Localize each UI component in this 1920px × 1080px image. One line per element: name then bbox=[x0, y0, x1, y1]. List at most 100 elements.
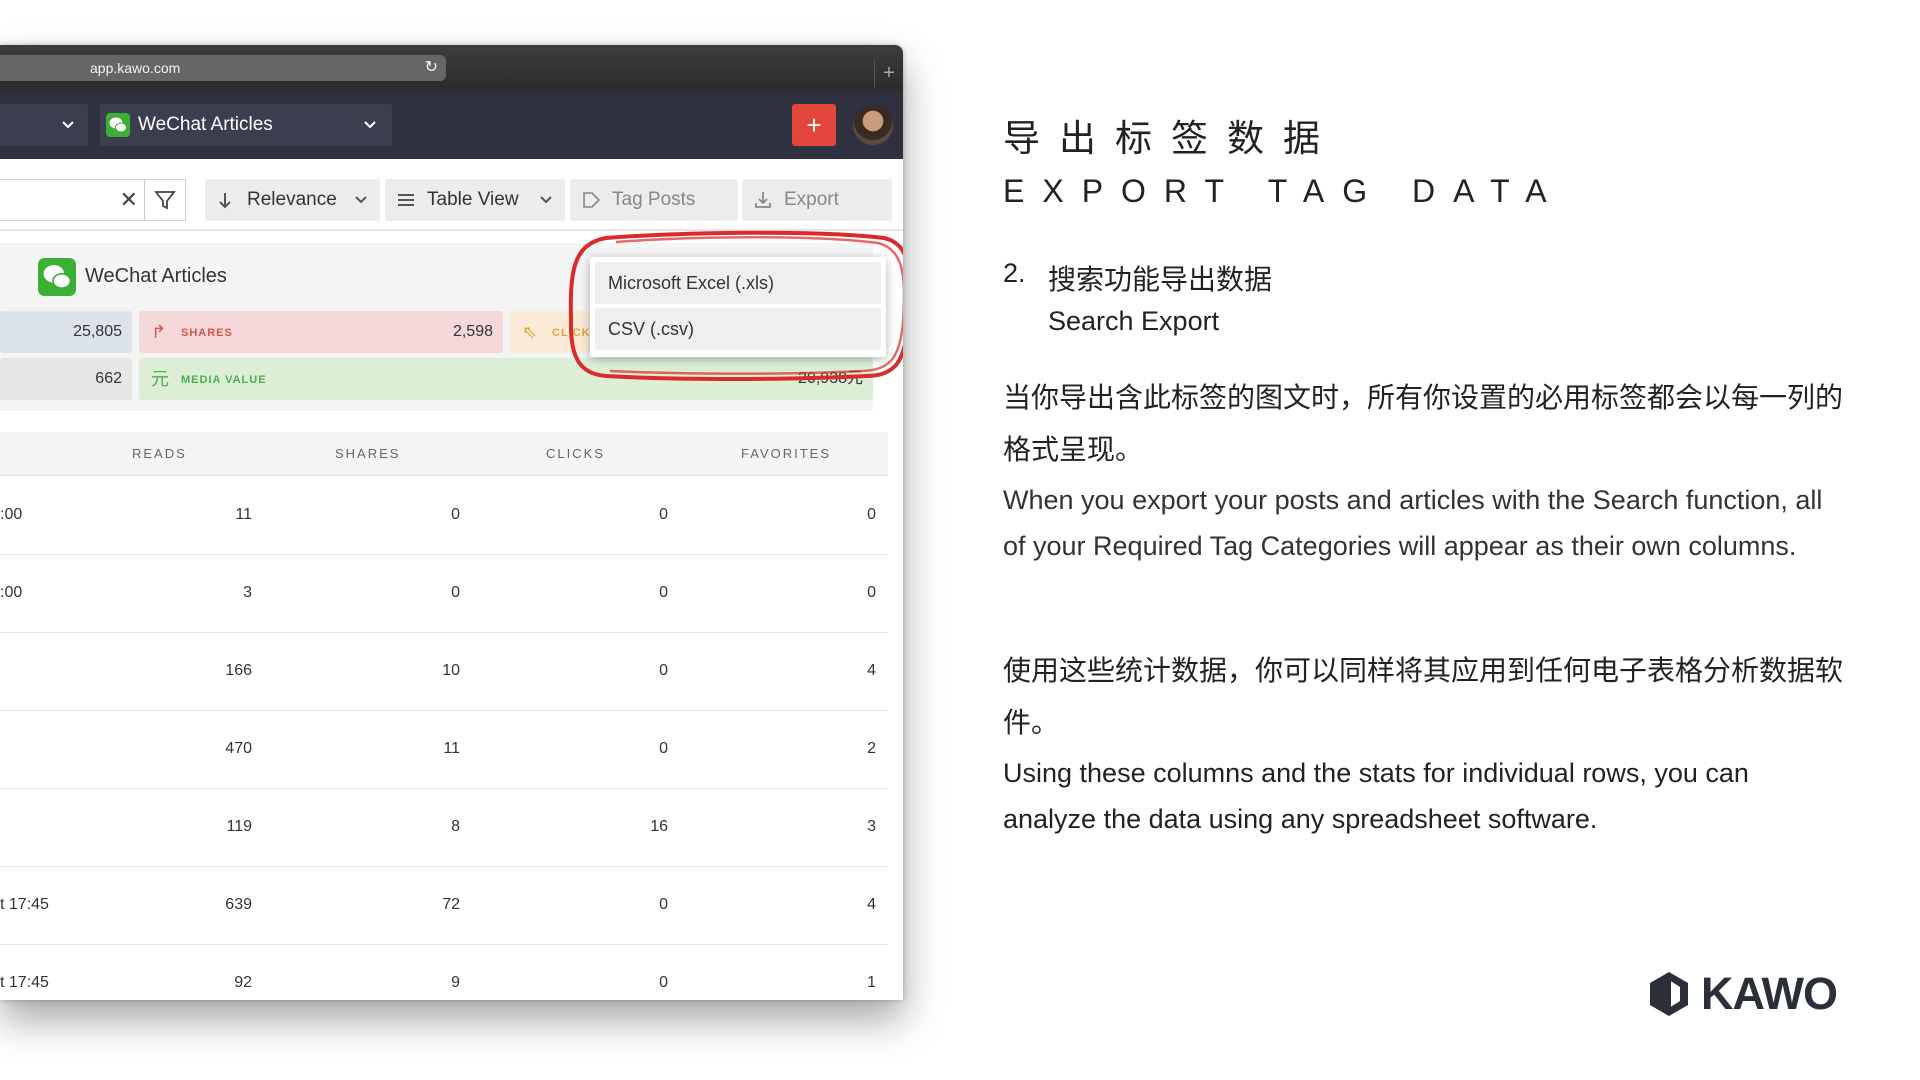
account-dropdown[interactable] bbox=[0, 104, 88, 146]
table-view-label: Table View bbox=[427, 189, 519, 210]
clear-icon[interactable]: ✕ bbox=[120, 187, 138, 213]
chevron-down-icon bbox=[354, 179, 368, 237]
cell-reads: 119 bbox=[226, 818, 252, 835]
stat-other-value: 662 bbox=[95, 370, 122, 387]
export-option-csv[interactable]: CSV (.csv) bbox=[595, 308, 881, 350]
table-row[interactable]: t 17:45 639 72 0 4 bbox=[0, 866, 888, 945]
slide-title-en: EXPORT TAG DATA bbox=[1003, 173, 1565, 209]
tag-icon bbox=[582, 179, 601, 237]
search-input[interactable]: ✕ bbox=[0, 179, 151, 221]
cell-favorites: 1 bbox=[867, 974, 876, 991]
download-icon bbox=[754, 179, 772, 237]
step-title-en: Search Export bbox=[1048, 306, 1220, 336]
table-row[interactable]: t 17:45 92 9 0 1 bbox=[0, 944, 888, 1000]
cell-favorites: 0 bbox=[867, 584, 876, 601]
paragraph-2-zh: 使用这些统计数据，你可以同样将其应用到任何电子表格分析数据软件。 bbox=[1003, 655, 1844, 738]
cell-favorites: 2 bbox=[867, 740, 876, 757]
channel-dropdown[interactable]: WeChat Articles bbox=[100, 104, 392, 146]
export-label: Export bbox=[784, 189, 839, 210]
paragraph-1-en: When you export your posts and articles … bbox=[1003, 485, 1823, 561]
avatar[interactable] bbox=[853, 105, 893, 145]
cell-clicks: 16 bbox=[650, 818, 668, 835]
table-row[interactable]: :00 3 0 0 0 bbox=[0, 554, 888, 633]
filter-button[interactable] bbox=[144, 179, 186, 221]
paragraph-1-zh: 当你导出含此标签的图文时，所有你设置的必用标签都会以每一列的格式呈现。 bbox=[1003, 382, 1844, 465]
yuan-icon: 元 bbox=[151, 369, 169, 389]
step-number: 2. bbox=[1003, 258, 1026, 288]
paragraph-2-en: Using these columns and the stats for in… bbox=[1003, 758, 1749, 834]
column-header-reads[interactable]: READS bbox=[132, 432, 187, 475]
channel-dropdown-label: WeChat Articles bbox=[138, 114, 273, 135]
browser-window: app.kawo.com ↻ + WeChat Articles + ✕ Rel… bbox=[0, 45, 903, 1000]
stat-reads-value: 25,805 bbox=[73, 323, 122, 340]
browser-chrome: app.kawo.com ↻ + bbox=[0, 45, 903, 91]
table-row[interactable]: 166 10 0 4 bbox=[0, 632, 888, 711]
share-icon: ↱ bbox=[151, 322, 167, 342]
table-row[interactable]: 470 11 0 2 bbox=[0, 710, 888, 789]
arrow-down-icon bbox=[217, 179, 233, 237]
wechat-icon bbox=[38, 258, 76, 296]
cell-shares: 72 bbox=[442, 896, 460, 913]
cell-clicks: 0 bbox=[659, 662, 668, 679]
cell-shares: 9 bbox=[451, 974, 460, 991]
filter-icon bbox=[154, 191, 176, 210]
sort-relevance-button[interactable]: Relevance bbox=[205, 179, 380, 221]
export-option-csv-label: CSV (.csv) bbox=[608, 319, 695, 339]
column-header-clicks[interactable]: CLICKS bbox=[546, 432, 605, 475]
cell-favorites: 3 bbox=[867, 818, 876, 835]
export-option-xls[interactable]: Microsoft Excel (.xls) bbox=[595, 262, 881, 304]
cell-favorites: 0 bbox=[867, 506, 876, 523]
export-button[interactable]: Export bbox=[742, 179, 892, 221]
stat-media-amount: 20,938元 bbox=[798, 370, 863, 387]
cell-time: t 17:45 bbox=[0, 974, 49, 991]
table-row[interactable]: :00 11 0 0 0 bbox=[0, 476, 888, 555]
table-header: READS SHARES CLICKS FAVORITES bbox=[0, 432, 888, 476]
chevron-down-icon bbox=[60, 104, 76, 162]
kawo-logo-icon bbox=[1650, 972, 1688, 1016]
stat-shares: ↱ SHARES 2,598 bbox=[139, 311, 503, 353]
add-button[interactable]: + bbox=[792, 104, 836, 146]
cell-shares: 0 bbox=[451, 506, 460, 523]
stat-reads: 25,805 bbox=[0, 311, 132, 353]
slide-title-zh: 导出标签数据 bbox=[1003, 118, 1339, 159]
export-dropdown-menu: Microsoft Excel (.xls) CSV (.csv) bbox=[590, 257, 886, 357]
address-bar-url: app.kawo.com bbox=[90, 60, 181, 76]
table-view-button[interactable]: Table View bbox=[385, 179, 565, 221]
stat-other: 662 bbox=[0, 358, 132, 400]
sort-relevance-label: Relevance bbox=[247, 189, 337, 210]
cell-time: :00 bbox=[0, 506, 23, 523]
cell-time: :00 bbox=[0, 584, 23, 601]
new-tab-button[interactable]: + bbox=[874, 59, 903, 87]
cell-time: t 17:45 bbox=[0, 896, 49, 913]
address-bar[interactable]: app.kawo.com ↻ bbox=[0, 55, 446, 81]
column-header-shares[interactable]: SHARES bbox=[335, 432, 400, 475]
reload-icon[interactable]: ↻ bbox=[425, 55, 438, 81]
tag-posts-label: Tag Posts bbox=[612, 189, 696, 210]
cell-reads: 639 bbox=[225, 896, 252, 913]
cell-shares: 0 bbox=[451, 584, 460, 601]
cell-clicks: 0 bbox=[659, 506, 668, 523]
cell-favorites: 4 bbox=[867, 662, 876, 679]
chevron-down-icon bbox=[539, 179, 553, 237]
stat-media-value: 元 MEDIA VALUE 20,938元 bbox=[139, 358, 873, 400]
cell-favorites: 4 bbox=[867, 896, 876, 913]
stat-shares-caption: SHARES bbox=[181, 327, 233, 339]
export-option-xls-label: Microsoft Excel (.xls) bbox=[608, 273, 775, 293]
cursor-icon: ⇖ bbox=[522, 322, 538, 342]
cell-reads: 3 bbox=[243, 584, 252, 601]
cell-reads: 166 bbox=[225, 662, 252, 679]
table-row[interactable]: 119 8 16 3 bbox=[0, 788, 888, 867]
list-icon bbox=[397, 179, 415, 237]
kawo-logo-text: KAWO bbox=[1701, 968, 1838, 1019]
cell-shares: 10 bbox=[442, 662, 460, 679]
cell-clicks: 0 bbox=[659, 584, 668, 601]
tag-posts-button[interactable]: Tag Posts bbox=[570, 179, 738, 221]
column-header-favorites[interactable]: FAVORITES bbox=[741, 432, 831, 475]
cell-clicks: 0 bbox=[659, 896, 668, 913]
cell-shares: 11 bbox=[443, 740, 460, 757]
app-header: WeChat Articles + bbox=[0, 91, 903, 159]
stat-media-caption: MEDIA VALUE bbox=[181, 374, 267, 386]
kawo-logo: KAWO bbox=[1645, 970, 1845, 1018]
stat-shares-value: 2,598 bbox=[452, 323, 493, 340]
cell-shares: 8 bbox=[451, 818, 460, 835]
